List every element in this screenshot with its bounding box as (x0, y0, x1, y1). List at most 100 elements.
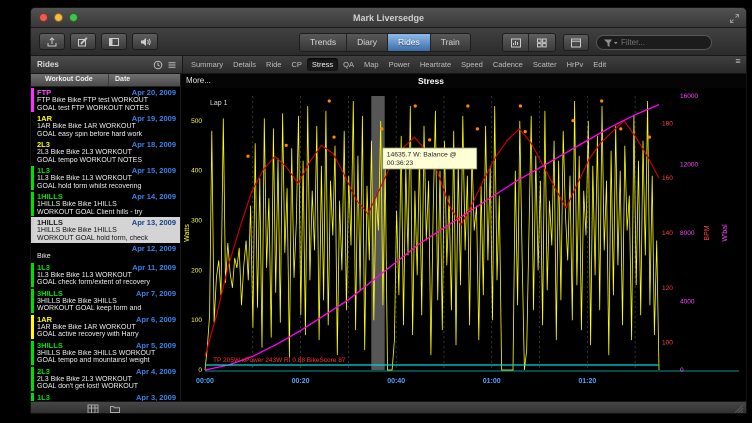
ride-list-column-header[interactable]: Workout Code Date (31, 74, 180, 87)
workout-code: 1AR (37, 114, 52, 123)
table-view-icon[interactable] (87, 403, 99, 414)
bpm-tick-label: 160 (662, 175, 673, 182)
ride-list-item[interactable]: 3HILLSApr 7, 20093HILLS Bike Bike 3HILLS… (31, 288, 180, 314)
ride-list-item[interactable]: 1HILLSApr 13, 20091HILLS Bike Bike 1HILL… (31, 217, 180, 243)
tab-ride[interactable]: Ride (261, 58, 286, 71)
workout-description: FTP Bike Bike FTP test WORKOUT (37, 97, 176, 105)
x-tick-label: 00:20 (292, 378, 310, 385)
sidebar-menu-icon[interactable] (167, 60, 177, 70)
workout-description: 1L3 Bike Bike 1L3 WORKOUT (37, 272, 176, 280)
workout-description: GOAL tempo and mountains! weight (37, 357, 176, 365)
tab-stress[interactable]: Stress (307, 58, 338, 71)
workout-date: Apr 11, 2009 (132, 263, 176, 272)
workout-description: GOAL active recovery with Harry (37, 331, 176, 339)
ride-list-item[interactable]: 1HILLSApr 14, 20091HILLS Bike Bike 1HILL… (31, 191, 180, 217)
workout-date: Apr 18, 2009 (132, 140, 176, 149)
ride-list-item[interactable]: 1L3Apr 11, 20091L3 Bike Bike 1L3 WORKOUT… (31, 262, 180, 288)
tab-speed[interactable]: Speed (456, 58, 488, 71)
workout-date: Apr 20, 2009 (132, 88, 176, 97)
workout-date: Apr 7, 2009 (136, 289, 176, 298)
selection-band[interactable] (371, 96, 384, 370)
workout-date: Apr 14, 2009 (132, 192, 176, 201)
view-tab-trends[interactable]: Trends (300, 34, 347, 51)
workout-description: 2L3 Bike Bike 2L3 WORKOUT (37, 149, 176, 157)
clock-icon[interactable] (153, 60, 163, 70)
window-icon (570, 37, 582, 49)
watts-tick-label: 0 (198, 367, 202, 374)
tab-hrpv[interactable]: HrPv (562, 58, 589, 71)
peak-marker (285, 144, 288, 147)
watts-tick-label: 200 (191, 267, 202, 274)
tab-cp[interactable]: CP (286, 58, 306, 71)
tab-power[interactable]: Power (384, 58, 415, 71)
x-tick-label: 01:00 (483, 378, 501, 385)
workout-description: GOAL easy spin before hard work (37, 131, 176, 139)
tab-cadence[interactable]: Cadence (488, 58, 528, 71)
title-bar[interactable]: Mark Liversedge (31, 8, 746, 28)
ride-list-item[interactable]: FTPApr 20, 2009FTP Bike Bike FTP test WO… (31, 87, 180, 113)
minimize-window-button[interactable] (54, 13, 63, 22)
toolbar-left-buttons (39, 33, 158, 50)
bpm-axis-title: BPM (704, 225, 711, 240)
chart-pane-icon (510, 37, 522, 49)
peak-marker (380, 127, 383, 130)
tab-scatter[interactable]: Scatter (528, 58, 562, 71)
view-tab-diary[interactable]: Diary (347, 34, 388, 51)
chart-header: More... Stress (181, 74, 746, 88)
filter-funnel-icon (603, 38, 619, 49)
workout-code: 1HILLS (37, 192, 63, 201)
tab-edit[interactable]: Edit (588, 58, 611, 71)
peak-marker (466, 104, 469, 107)
peak-marker (648, 136, 651, 139)
fullscreen-icon[interactable] (729, 13, 740, 24)
mute-button[interactable] (132, 33, 158, 50)
window-controls (39, 13, 78, 22)
more-link[interactable]: More... (186, 76, 211, 85)
watts-tick-label: 400 (191, 168, 202, 175)
workout-code: 1L3 (37, 393, 50, 402)
column-date[interactable]: Date (108, 74, 180, 86)
chart-pane-button[interactable] (503, 34, 529, 51)
ride-list-item[interactable]: 2L3Apr 4, 20092L3 Bike Bike 2L3 WORKOUTG… (31, 366, 180, 392)
edit-ride-button[interactable] (70, 33, 96, 50)
tab-map[interactable]: Map (359, 58, 384, 71)
filter-input[interactable] (621, 37, 707, 48)
column-workout-code[interactable]: Workout Code (31, 74, 108, 86)
ride-list-item[interactable]: 1ARApr 6, 20091AR Bike Bike 1AR WORKOUTG… (31, 314, 180, 340)
peak-marker (619, 127, 622, 130)
stress-chart[interactable]: 00:0000:2000:4001:0001:20010020030040050… (181, 88, 746, 401)
upload-ride-button[interactable] (39, 33, 65, 50)
chart-tab-strip: Rides SummaryDetailsRideCPStressQAMapPow… (31, 56, 746, 74)
tab-qa[interactable]: QA (338, 58, 359, 71)
chart-title: Stress (418, 76, 444, 86)
close-window-button[interactable] (39, 13, 48, 22)
tiled-view-button[interactable] (529, 34, 555, 51)
workout-code: 2L3 (37, 367, 50, 376)
ride-list-item[interactable]: Apr 12, 2009Bike (31, 243, 180, 262)
tab-details[interactable]: Details (228, 58, 261, 71)
app-window: Mark Liversedge (30, 7, 747, 414)
sidebar-toggle-button[interactable] (101, 33, 127, 50)
zoom-window-button[interactable] (69, 13, 78, 22)
ride-list-item[interactable]: 1ARApr 19, 20091AR Bike Bike 1AR WORKOUT… (31, 113, 180, 139)
view-tab-rides[interactable]: Rides (388, 34, 431, 51)
peak-marker (600, 99, 603, 102)
workout-date: Apr 15, 2009 (132, 166, 176, 175)
ride-list-item[interactable]: 1L3Apr 3, 2009 (31, 392, 180, 402)
tabs-menu-icon[interactable]: ≡ (730, 56, 746, 73)
tab-summary[interactable]: Summary (186, 58, 228, 71)
filter-field[interactable] (596, 35, 712, 50)
window-layout-button[interactable] (563, 34, 589, 51)
view-tab-train[interactable]: Train (431, 34, 470, 51)
ride-list-item[interactable]: 1L3Apr 15, 20091L3 Bike Bike 1L3 WORKOUT… (31, 165, 180, 191)
ride-list-item[interactable]: 3HILLSApr 5, 20093HILLS Bike Bike 3HILLS… (31, 340, 180, 366)
speaker-icon (139, 36, 151, 48)
peak-marker (414, 104, 417, 107)
resize-grip[interactable] (733, 403, 744, 414)
tab-heartrate[interactable]: Heartrate (415, 58, 456, 71)
folder-icon[interactable] (109, 403, 121, 414)
workout-description: 1L3 Bike Bike 1L3 WORKOUT (37, 175, 176, 183)
workout-description: GOAL hold form whilst recovering (37, 183, 176, 191)
ride-list-item[interactable]: 2L3Apr 18, 20092L3 Bike Bike 2L3 WORKOUT… (31, 139, 180, 165)
workout-code: 1HILLS (37, 218, 63, 227)
